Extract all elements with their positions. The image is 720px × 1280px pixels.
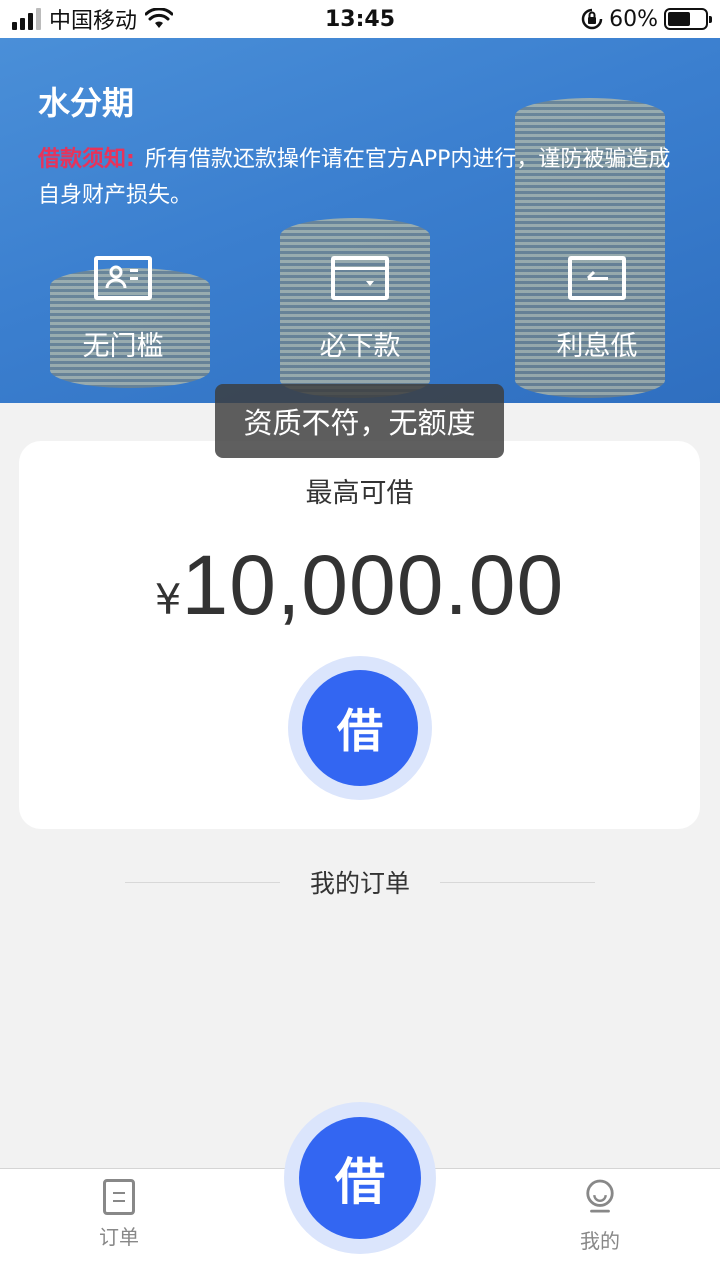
status-right: 60% [581,6,712,32]
card-title: 最高可借 [305,478,414,509]
user-icon [586,1179,614,1213]
loan-notice: 借款须知: 所有借款还款操作请在官方APP内进行，谨防被骗造成自身财产损失。 [38,142,678,214]
tab-me-label: 我的 [580,1229,620,1253]
carrier-name: 中国移动 [49,9,138,34]
app-title: 水分期 [38,84,135,122]
tab-orders-label: 订单 [99,1225,139,1249]
wifi-icon [145,8,174,28]
feature-label: 利息低 [556,331,638,362]
feature-label: 无门槛 [82,331,164,362]
rate-card-icon [568,256,626,300]
orientation-lock-icon [581,8,603,30]
tab-me[interactable]: 我的 [540,1179,660,1254]
promo-banner: 水分期 借款须知: 所有借款还款操作请在官方APP内进行，谨防被骗造成自身财产损失… [0,38,720,403]
loan-limit-card: 最高可借 ¥10,000.00 借 [19,441,700,829]
id-card-icon [94,256,152,300]
currency-symbol: ¥ [154,575,182,624]
tab-orders[interactable]: 订单 [59,1179,179,1250]
feature-guaranteed: 必下款 [280,256,440,363]
status-bar: 中国移动 13:45 60% [0,0,720,38]
document-icon [103,1179,135,1215]
divider-line [440,881,595,883]
feature-label: 必下款 [319,331,401,362]
wallet-icon [331,256,389,300]
loan-amount: ¥10,000.00 [19,537,700,634]
battery-percent: 60% [609,6,658,32]
my-orders-section: 我的订单 [0,862,720,902]
feature-low-interest: 利息低 [517,256,677,363]
center-borrow-button[interactable]: 借 [284,1102,436,1254]
battery-fill [668,12,690,26]
feature-no-threshold: 无门槛 [43,256,203,363]
borrow-button-label: 借 [302,670,418,786]
signal-icon [12,8,41,30]
divider-line [124,881,280,883]
amount-value: 10,000.00 [181,538,565,632]
battery-icon [664,8,712,30]
center-borrow-label: 借 [299,1117,421,1239]
notice-label: 借款须知: [38,147,135,172]
status-left: 中国移动 [12,3,174,35]
my-orders-title: 我的订单 [309,869,410,898]
borrow-button[interactable]: 借 [288,656,432,800]
toast-message: 资质不符，无额度 [215,384,504,458]
